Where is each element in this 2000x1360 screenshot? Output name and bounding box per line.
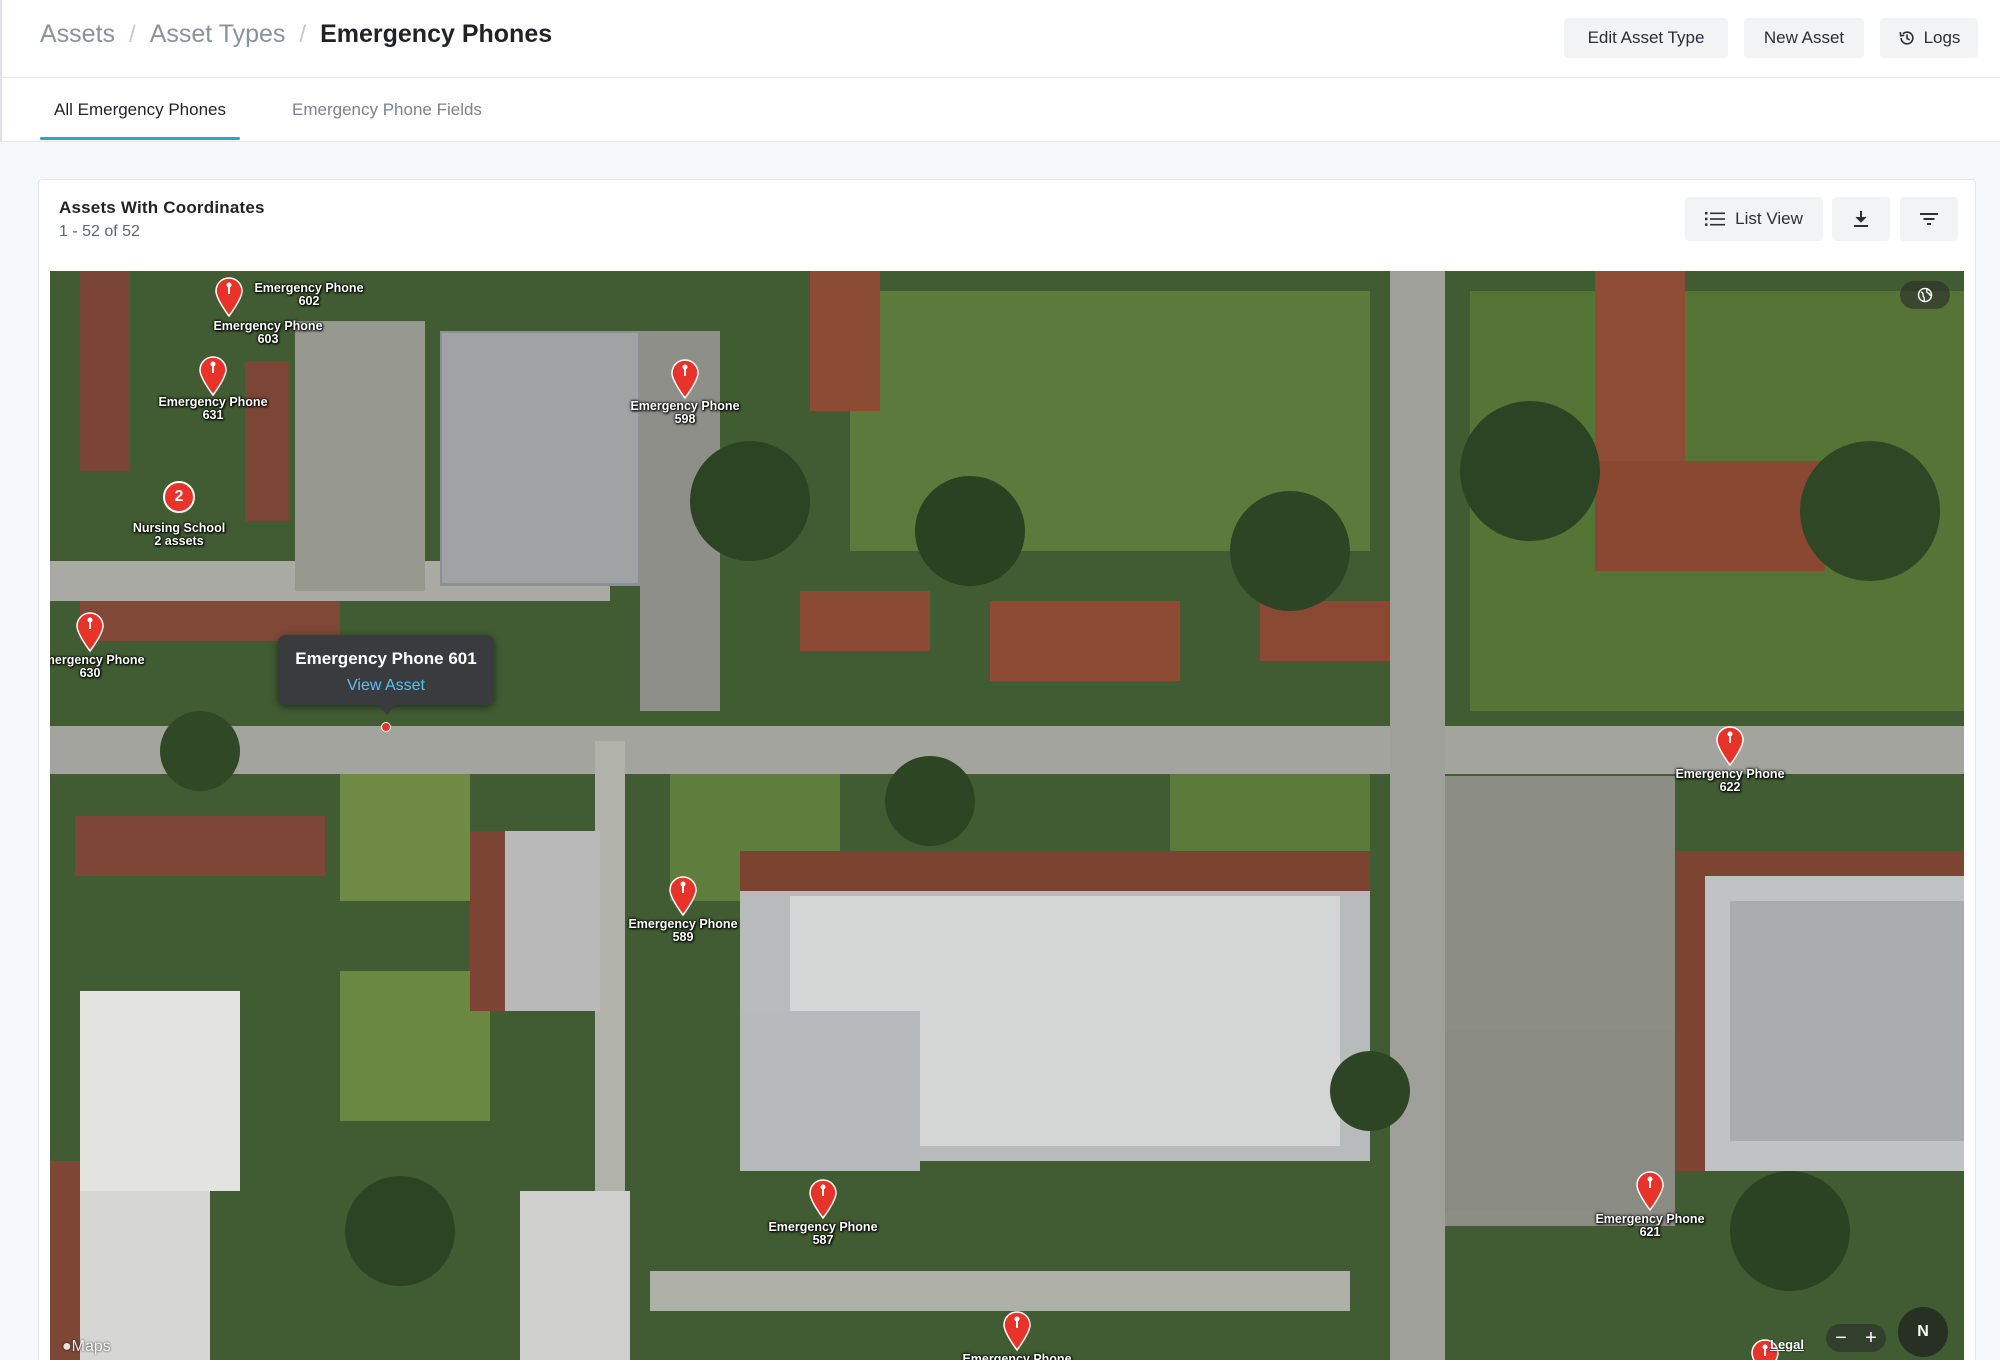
tab-emergency-phone-fields[interactable]: Emergency Phone Fields (292, 100, 482, 120)
marker-label-603: Emergency Phone 603 (213, 319, 323, 346)
map-pin-icon[interactable] (214, 277, 244, 317)
apple-icon: ● (62, 1338, 72, 1355)
breadcrumb-separator: / (299, 20, 307, 48)
history-icon (1899, 31, 1914, 45)
list-view-label: List View (1735, 209, 1803, 228)
map-pin-icon[interactable] (198, 356, 228, 396)
marker-label-bottom: Emergency Phone (962, 1352, 1072, 1360)
marker-label-630: Emergency Phone630 (50, 653, 145, 680)
cluster-label: Nursing School 2 assets (132, 521, 226, 548)
map-type-toggle[interactable] (1900, 281, 1950, 309)
marker-label-602: Emergency Phone 602 (254, 281, 364, 308)
compass-north-label: N (1917, 1323, 1929, 1340)
new-asset-button[interactable]: New Asset (1744, 18, 1864, 58)
breadcrumb-assets[interactable]: Assets (40, 20, 115, 49)
tab-bar: All Emergency Phones Emergency Phone Fie… (0, 78, 2000, 142)
marker-label-589: Emergency Phone 589 (628, 917, 738, 944)
download-button[interactable] (1832, 197, 1890, 241)
marker-label-622: Emergency Phone 622 (1675, 767, 1785, 794)
cluster-marker[interactable]: 2 (163, 481, 195, 513)
map-imagery (50, 271, 1964, 1360)
tab-all-emergency-phones[interactable]: All Emergency Phones (54, 100, 226, 120)
zoom-in-button[interactable]: + (1865, 1327, 1877, 1350)
page-title: Emergency Phones (320, 20, 553, 48)
legal-link[interactable]: Legal (1770, 1337, 1804, 1352)
marker-label-631: Emergency Phone 631 (158, 395, 268, 422)
asset-count: 1 - 52 of 52 (59, 223, 140, 240)
view-asset-link[interactable]: View Asset (278, 677, 494, 695)
list-view-button[interactable]: List View (1685, 197, 1823, 241)
breadcrumb: Assets / Asset Types / Emergency Phones (40, 20, 552, 49)
marker-label-621: Emergency Phone 621 (1595, 1212, 1705, 1239)
maps-attribution: ●Maps (62, 1338, 111, 1355)
zoom-out-button[interactable]: − (1835, 1327, 1847, 1350)
edit-asset-type-button[interactable]: Edit Asset Type (1564, 18, 1728, 58)
map-pin-icon[interactable] (668, 876, 698, 916)
assets-map-card: Assets With Coordinates 1 - 52 of 52 Lis… (38, 179, 1976, 1360)
logs-button[interactable]: Logs (1880, 18, 1978, 58)
breadcrumb-separator: / (129, 20, 136, 48)
map-pin-icon[interactable] (1635, 1171, 1665, 1211)
marker-label-587: Emergency Phone 587 (768, 1220, 878, 1247)
filter-icon (1920, 213, 1938, 225)
map-pin-icon[interactable] (1002, 1311, 1032, 1351)
active-tab-indicator (40, 137, 240, 140)
selected-marker-dot[interactable] (381, 722, 391, 732)
map-pin-icon[interactable] (808, 1179, 838, 1219)
marker-label-598: Emergency Phone 598 (630, 399, 740, 426)
marker-popup: Emergency Phone 601 View Asset (278, 635, 494, 715)
popup-title: Emergency Phone 601 (295, 649, 477, 668)
zoom-control: − + (1826, 1324, 1886, 1352)
popup-arrow (378, 705, 396, 715)
map-pin-icon[interactable] (670, 359, 700, 399)
breadcrumb-asset-types[interactable]: Asset Types (150, 20, 286, 49)
logs-label: Logs (1923, 28, 1961, 47)
card-title: Assets With Coordinates (59, 198, 265, 217)
filter-button[interactable] (1900, 197, 1958, 241)
map-pin-icon[interactable] (1715, 726, 1745, 766)
globe-icon (1917, 287, 1933, 303)
list-icon (1705, 212, 1726, 226)
map-pin-icon[interactable] (75, 612, 105, 652)
page-header: Assets / Asset Types / Emergency Phones … (0, 0, 2000, 78)
satellite-map[interactable]: Emergency Phone 602 Emergency Phone 603 Em… (50, 271, 1964, 1360)
download-icon (1854, 211, 1868, 227)
compass-button[interactable]: N (1898, 1307, 1948, 1357)
